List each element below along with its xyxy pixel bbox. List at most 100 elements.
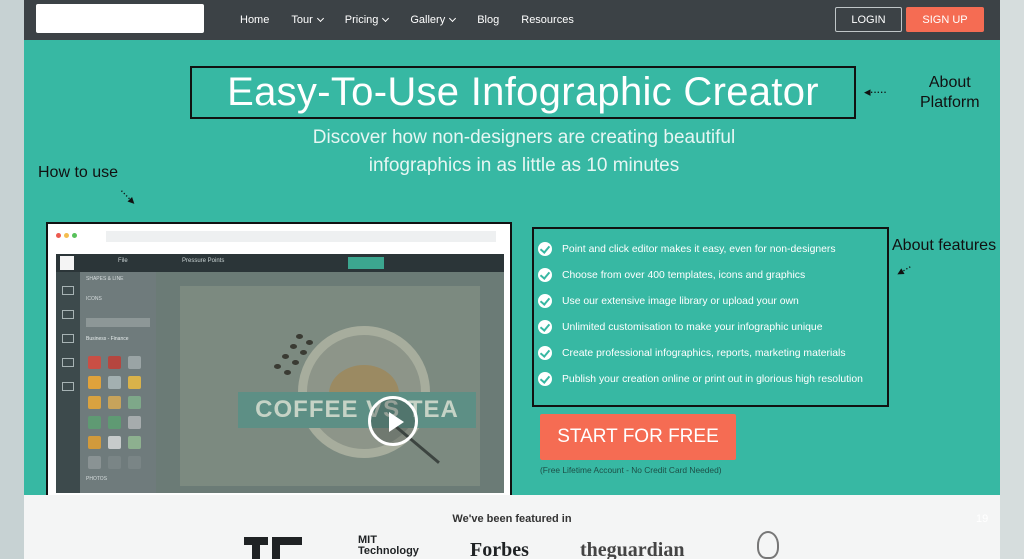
nav-links: Home Tour Pricing Gallery Blog Resources [240,0,596,40]
page-frame: Home Tour Pricing Gallery Blog Resources… [24,0,1000,559]
left-margin [0,0,24,559]
chart-icon [62,382,74,391]
feature-text: Unlimited customisation to make your inf… [562,321,823,333]
feature-item: Use our extensive image library or uploa… [538,292,799,310]
logo-text: Technology [358,545,419,557]
checkmark-icon [538,268,552,282]
store-icon [88,356,101,369]
arrow-left-icon: ◂····· [864,84,887,99]
annotation-how-to-use: How to use [38,164,119,181]
close-dot-icon [56,233,61,238]
ribbon-text: COFFEE VS TEA [255,396,459,423]
browser-bar [48,224,510,250]
shapes-icon [62,286,74,295]
nav-gallery[interactable]: Gallery [410,14,457,26]
editor-preview: File Pressure Points SHAPES & LINE ICONS… [56,254,504,493]
annotation-text: About [928,74,971,91]
checkmark-icon [538,372,552,386]
gauge-icon [108,456,121,469]
editor-toolbar: File Pressure Points [56,254,504,272]
side-number: 19 [976,513,989,525]
url-bar [106,231,496,242]
editor-panel: SHAPES & LINE ICONS Business - Finance P… [80,272,156,493]
feature-text: Publish your creation online or print ou… [562,373,863,385]
minimize-dot-icon [64,233,69,238]
editor-logo [60,256,74,270]
editor-canvas: COFFEE VS TEA [156,272,504,493]
money-icon [128,376,141,389]
bill-icon [128,436,141,449]
coffee-beans-illustration [266,332,326,382]
editor-sidebar [56,272,80,493]
arrow-down-left-icon: ◂··· [893,259,914,280]
forbes-logo: Forbes [470,539,529,559]
nav-pricing[interactable]: Pricing [345,14,390,26]
chart-thumb-icon [128,396,141,409]
panel-category-select: Business - Finance [86,336,129,342]
nav-home[interactable]: Home [240,14,269,26]
text-icon [62,358,74,367]
annotation-text: Platform [920,94,980,111]
featured-in-section: We've been featured in 19 MIT Technology… [24,495,1000,559]
feature-text: Use our extensive image library or uploa… [562,295,799,307]
hero-subtitle-line1: Discover how non-designers are creating … [312,127,736,148]
chevron-down-icon [449,14,457,23]
feature-text: Choose from over 400 templates, icons an… [562,269,806,281]
top-navbar: Home Tour Pricing Gallery Blog Resources… [24,0,1000,40]
signup-button[interactable]: SIGN UP [906,7,984,32]
arrow-down-right-icon: ····▸ [115,183,140,208]
hero-title: Easy-To-Use Infographic Creator [227,70,819,114]
feature-text: Point and click editor makes it easy, ev… [562,243,836,255]
start-for-free-button[interactable]: START FOR FREE [540,414,736,460]
meter-icon [128,456,141,469]
login-button[interactable]: LOGIN [835,7,902,32]
briefcase-icon [88,396,101,409]
pie-icon [108,416,121,429]
nav-resources[interactable]: Resources [521,14,574,26]
coin-icon [88,376,101,389]
checkmark-icon [538,242,552,256]
feature-item: Point and click editor makes it easy, ev… [538,240,836,258]
al-jazeera-logo [757,531,779,559]
nav-tour[interactable]: Tour [291,14,324,26]
feature-text: Create professional infographics, report… [562,347,846,359]
upload-icon [62,310,74,319]
feature-item: Unlimited customisation to make your inf… [538,318,822,336]
title-highlight-box: Easy-To-Use Infographic Creator [190,66,856,119]
panel-search-field [86,318,150,327]
techcrunch-logo [244,537,304,559]
nav-blog[interactable]: Blog [477,14,499,26]
featured-title: We've been featured in [452,513,572,525]
hero-subtitle-line2: infographics in as little as 10 minutes [368,155,680,176]
calendar-icon [108,396,121,409]
mit-technology-review-logo: MIT Technology [358,535,419,557]
site-logo[interactable] [36,4,204,33]
editor-file-menu: File [118,258,128,264]
trophy-icon [88,436,101,449]
chevron-down-icon [382,14,390,23]
guardian-logo: theguardian [580,539,685,559]
checkmark-icon [538,346,552,360]
globe-icon [88,416,101,429]
chevron-down-icon [316,14,324,23]
grid-icon [108,376,121,389]
annotation-about-features: About features [892,237,997,254]
feature-item: Create professional infographics, report… [538,344,846,362]
hero-section: Easy-To-Use Infographic Creator Discover… [24,40,1000,503]
play-button-icon[interactable] [368,396,418,446]
editor-doc-name: Pressure Points [182,258,225,264]
maximize-dot-icon [72,233,77,238]
bag-icon [128,416,141,429]
scale-icon [88,456,101,469]
panel-heading: SHAPES & LINE [86,276,124,282]
features-list: Point and click editor makes it easy, ev… [532,227,889,407]
play-icon [389,412,404,432]
title-ribbon: COFFEE VS TEA [238,392,476,428]
demo-video[interactable]: File Pressure Points SHAPES & LINE ICONS… [46,222,512,503]
clipboard-icon [108,356,121,369]
tag-icon [108,436,121,449]
editor-save-button [348,257,384,269]
feature-item: Choose from over 400 templates, icons an… [538,266,805,284]
panel-photos-heading: PHOTOS [86,476,108,482]
cta-note: (Free Lifetime Account - No Credit Card … [540,465,722,475]
